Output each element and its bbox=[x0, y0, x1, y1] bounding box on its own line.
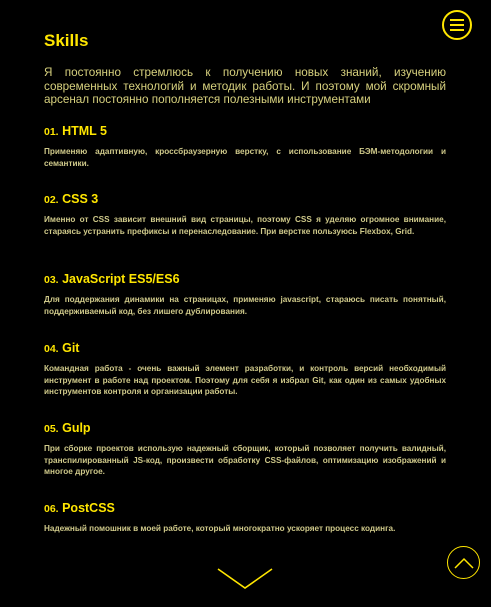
skill-name: JavaScript ES5/ES6 bbox=[62, 272, 180, 286]
skill-number: 03. bbox=[44, 274, 59, 286]
skill-title: 04. Git bbox=[44, 341, 446, 355]
skill-item-git: 04. Git Командная работа - очень важный … bbox=[44, 341, 446, 398]
skill-description: Для поддержания динамики на страницах, п… bbox=[44, 295, 446, 316]
skill-title: 05. Gulp bbox=[44, 421, 446, 435]
skill-description: При сборке проектов использую надежный с… bbox=[44, 444, 446, 476]
chevron-up-icon bbox=[453, 557, 474, 569]
skill-number: 01. bbox=[44, 126, 59, 138]
skill-name: Git bbox=[62, 341, 80, 355]
back-to-top-button[interactable] bbox=[447, 546, 480, 579]
skills-intro: Я постоянно стремлюсь к получению новых … bbox=[44, 66, 446, 106]
skill-item-css: 02. CSS 3 Именно от CSS зависит внешний … bbox=[44, 192, 446, 237]
skill-title: 02. CSS 3 bbox=[44, 192, 446, 206]
skill-item-html: 01. HTML 5 Применяю адаптивную, кроссбра… bbox=[44, 124, 446, 169]
skill-name: HTML 5 bbox=[62, 124, 108, 138]
skill-item-javascript: 03. JavaScript ES5/ES6 Для поддержания д… bbox=[44, 272, 446, 317]
skill-item-postcss: 06. PostCSS Надежный помошник в моей раб… bbox=[44, 501, 446, 535]
skill-name: CSS 3 bbox=[62, 192, 99, 206]
skill-name: PostCSS bbox=[62, 501, 115, 515]
skill-title: 03. JavaScript ES5/ES6 bbox=[44, 272, 446, 286]
skill-number: 04. bbox=[44, 343, 59, 355]
skill-description: Надежный помошник в моей работе, который… bbox=[44, 524, 396, 533]
skill-title: 01. HTML 5 bbox=[44, 124, 446, 138]
menu-button[interactable] bbox=[442, 10, 472, 40]
skill-title: 06. PostCSS bbox=[44, 501, 446, 515]
skill-number: 06. bbox=[44, 503, 59, 515]
skill-description: Именно от CSS зависит внешний вид страни… bbox=[44, 215, 446, 236]
skill-description: Применяю адаптивную, кроссбраузерную вер… bbox=[44, 147, 446, 168]
skill-name: Gulp bbox=[62, 421, 91, 435]
skill-number: 05. bbox=[44, 423, 59, 435]
section-title: Skills bbox=[44, 31, 89, 50]
skill-number: 02. bbox=[44, 194, 59, 206]
skill-item-gulp: 05. Gulp При сборке проектов использую н… bbox=[44, 421, 446, 478]
skill-description: Командная работа - очень важный элемент … bbox=[44, 364, 446, 396]
menu-icon bbox=[450, 19, 464, 31]
chevron-down-icon bbox=[217, 568, 273, 589]
scroll-down-button[interactable] bbox=[216, 566, 274, 592]
